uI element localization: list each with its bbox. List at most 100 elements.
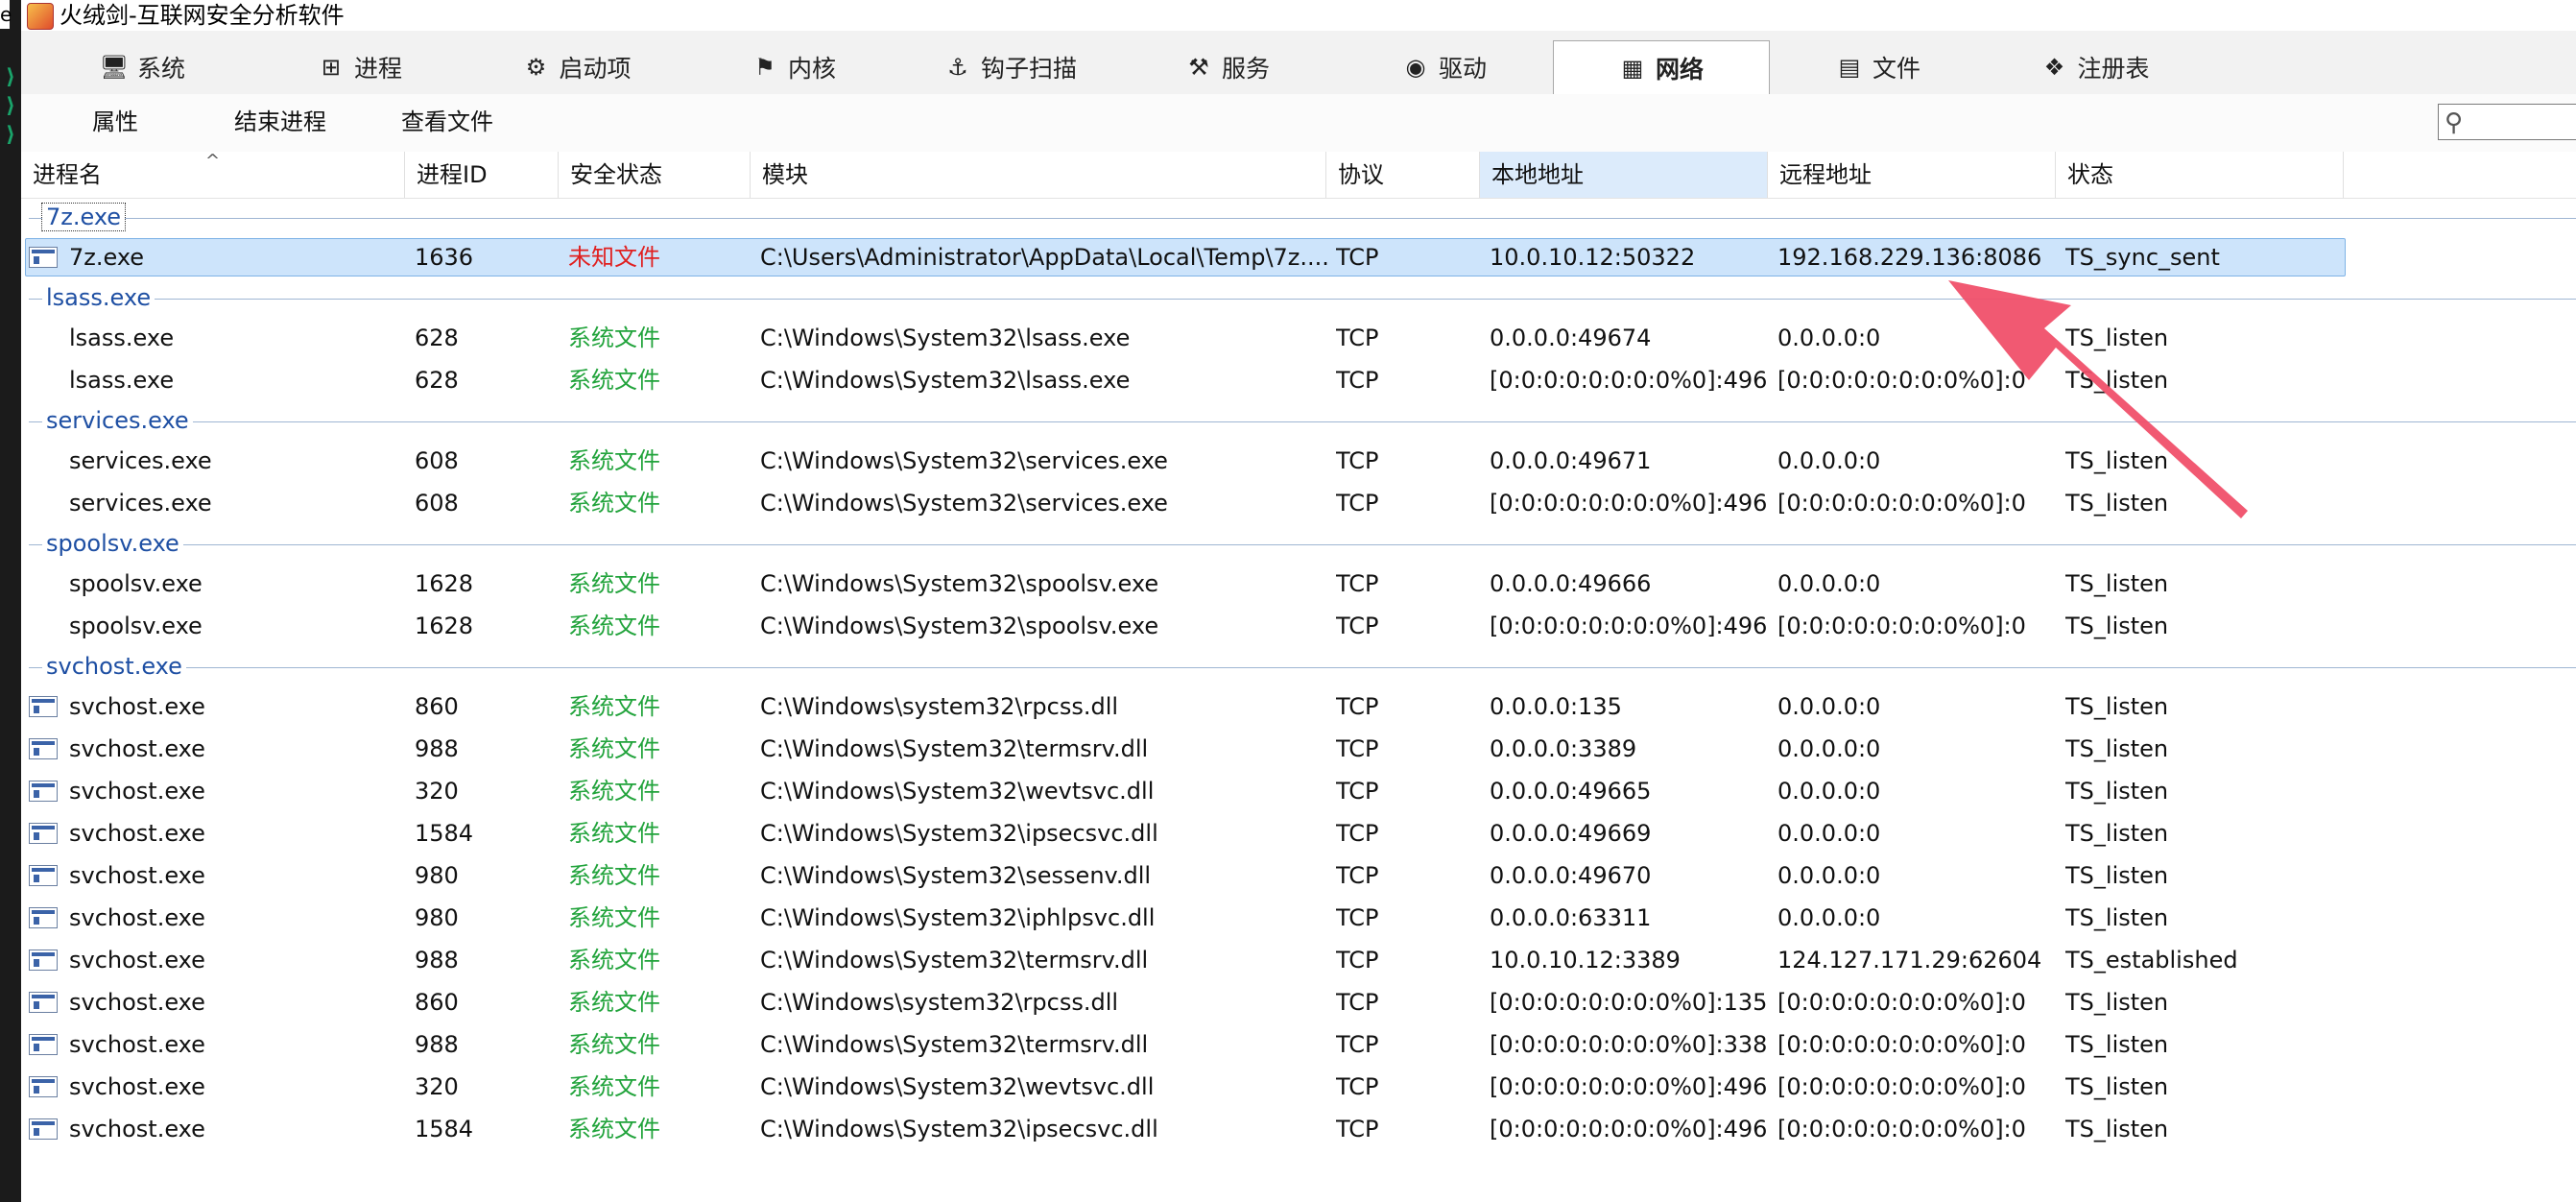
view-file-button[interactable]: 查看文件: [397, 106, 497, 138]
tab-2[interactable]: ⚙ 启动项: [468, 40, 685, 93]
tab-5[interactable]: ⚒ 服务: [1119, 40, 1336, 93]
remote-address-cell: 0.0.0.0:0: [1777, 325, 1881, 351]
table-row[interactable]: svchost.exe 320 系统文件 C:\Windows\System32\we…: [21, 1066, 2576, 1108]
protocol-cell: TCP: [1336, 613, 1379, 639]
table-row[interactable]: svchost.exe 988 系统文件 C:\Windows\System32\te…: [21, 1023, 2576, 1066]
pid-cell: 980: [415, 862, 459, 889]
group-header[interactable]: svchost.exe: [21, 647, 2576, 685]
table-row[interactable]: svchost.exe 320 系统文件 C:\Windows\System32\we…: [21, 770, 2576, 812]
table-header: 进程名 ^ 进程ID 安全状态 模块 协议 本地地址 远程地址 状态: [21, 152, 2576, 199]
table-row[interactable]: spoolsv.exe 1628 系统文件 C:\Windows\System32\s…: [21, 605, 2576, 647]
protocol-cell: TCP: [1336, 862, 1379, 889]
tab-label: 驱动: [1438, 54, 1487, 83]
local-address-cell: [0:0:0:0:0:0:0:0%0]:135: [1490, 989, 1768, 1016]
tab-0[interactable]: 🖥 系统: [35, 40, 251, 93]
security-status-cell: 系统文件: [568, 367, 660, 394]
state-cell: TS_established: [2065, 947, 2238, 974]
group-name: services.exe: [42, 407, 193, 434]
local-address-cell: [0:0:0:0:0:0:0:0%0]:49669: [1490, 1116, 1768, 1142]
background-app-logo-icon: ⟩: [5, 65, 16, 89]
pid-cell: 1628: [415, 613, 474, 639]
process-name-cell: svchost.exe: [69, 820, 205, 847]
column-header-remote-address[interactable]: 远程地址: [1768, 152, 2056, 198]
state-cell: TS_listen: [2065, 693, 2169, 720]
tab-label: 系统: [136, 54, 185, 83]
table-row[interactable]: svchost.exe 1584 系统文件 C:\Windows\System32\i…: [21, 1108, 2576, 1150]
table-row[interactable]: lsass.exe 628 系统文件 C:\Windows\System32\lsas…: [21, 359, 2576, 401]
module-cell: C:\Windows\System32\ipsecsvc.dll: [760, 1116, 1158, 1142]
local-address-cell: 10.0.10.12:50322: [1490, 244, 1696, 271]
remote-address-cell: [0:0:0:0:0:0:0:0%0]:0: [1777, 989, 2026, 1016]
column-header-module[interactable]: 模块: [751, 152, 1326, 198]
process-name-cell: svchost.exe: [69, 778, 205, 805]
protocol-cell: TCP: [1336, 1116, 1379, 1142]
column-header-pid[interactable]: 进程ID: [405, 152, 559, 198]
process-name-cell: spoolsv.exe: [69, 570, 203, 597]
pid-cell: 1636: [415, 244, 474, 271]
tab-label: 注册表: [2077, 54, 2150, 83]
table-row[interactable]: 7z.exe 1636 未知文件 C:\Users\Administrator\App…: [21, 236, 2576, 278]
group-name: lsass.exe: [42, 284, 155, 311]
table-row[interactable]: lsass.exe 628 系统文件 C:\Windows\System32\lsas…: [21, 317, 2576, 359]
tab-label: 进程: [353, 54, 402, 83]
protocol-cell: TCP: [1336, 989, 1379, 1016]
table-row[interactable]: services.exe 608 系统文件 C:\Windows\System32\s…: [21, 440, 2576, 482]
tab-3[interactable]: ⚑ 内核: [685, 40, 902, 93]
properties-button[interactable]: 属性: [88, 106, 142, 138]
module-cell: C:\Windows\System32\termsrv.dll: [760, 1031, 1149, 1058]
protocol-cell: TCP: [1336, 778, 1379, 805]
toolbar: 属性 结束进程 查看文件 ⚲: [21, 94, 2576, 153]
tab-8[interactable]: ▤ 文件: [1770, 40, 1987, 93]
table-row[interactable]: svchost.exe 988 系统文件 C:\Windows\System32\te…: [21, 728, 2576, 770]
table-row[interactable]: svchost.exe 980 系统文件 C:\Windows\System32\se…: [21, 854, 2576, 897]
tab-9[interactable]: ❖ 注册表: [1987, 40, 2204, 93]
table-row[interactable]: svchost.exe 1584 系统文件 C:\Windows\System32\i…: [21, 812, 2576, 854]
monitor-icon: 🖥: [99, 53, 130, 81]
table-row[interactable]: services.exe 608 系统文件 C:\Windows\System32\s…: [21, 482, 2576, 524]
process-name-cell: services.exe: [69, 447, 212, 474]
group-header[interactable]: services.exe: [21, 401, 2576, 440]
background-window-glyph: e: [0, 0, 12, 29]
pid-cell: 988: [415, 1031, 459, 1058]
local-address-cell: 0.0.0.0:49666: [1490, 570, 1652, 597]
tab-1[interactable]: ⊞ 进程: [251, 40, 468, 93]
process-window-icon: [29, 247, 58, 268]
group-name: svchost.exe: [42, 653, 186, 680]
column-header-state[interactable]: 状态: [2056, 152, 2344, 198]
background-window-edge: e ⟩ ⟩ ⟩: [0, 0, 21, 1202]
local-address-cell: 0.0.0.0:49669: [1490, 820, 1652, 847]
process-name-cell: svchost.exe: [69, 1116, 205, 1142]
end-process-button[interactable]: 结束进程: [230, 106, 330, 138]
protocol-cell: TCP: [1336, 490, 1379, 517]
module-cell: C:\Windows\System32\wevtsvc.dll: [760, 1073, 1155, 1100]
process-name-cell: lsass.exe: [69, 367, 175, 394]
pid-cell: 980: [415, 904, 459, 931]
title-bar: 火绒剑-互联网安全分析软件: [21, 0, 2576, 31]
local-address-cell: 0.0.0.0:49670: [1490, 862, 1652, 889]
process-window-icon: [29, 1034, 58, 1055]
remote-address-cell: 0.0.0.0:0: [1777, 862, 1881, 889]
pid-cell: 320: [415, 1073, 459, 1100]
group-header[interactable]: 7z.exe: [21, 198, 2576, 236]
column-header-protocol[interactable]: 协议: [1326, 152, 1480, 198]
table-row[interactable]: svchost.exe 980 系统文件 C:\Windows\System32\ip…: [21, 897, 2576, 939]
state-cell: TS_listen: [2065, 490, 2169, 517]
table-row[interactable]: spoolsv.exe 1628 系统文件 C:\Windows\System32\s…: [21, 563, 2576, 605]
group-divider: [29, 299, 2576, 300]
tab-6[interactable]: ◉ 驱动: [1336, 40, 1553, 93]
group-header[interactable]: lsass.exe: [21, 278, 2576, 317]
security-status-cell: 系统文件: [568, 325, 660, 351]
table-row[interactable]: svchost.exe 988 系统文件 C:\Windows\System32\te…: [21, 939, 2576, 981]
column-header-security-status[interactable]: 安全状态: [559, 152, 751, 198]
table-row[interactable]: svchost.exe 860 系统文件 C:\Windows\system32\rp…: [21, 981, 2576, 1023]
tab-4[interactable]: ⚓ 钩子扫描: [902, 40, 1119, 93]
remote-address-cell: [0:0:0:0:0:0:0:0%0]:0: [1777, 1073, 2026, 1100]
search-input[interactable]: ⚲: [2438, 104, 2576, 140]
security-status-cell: 系统文件: [568, 447, 660, 474]
process-name-cell: svchost.exe: [69, 693, 205, 720]
table-row[interactable]: svchost.exe 860 系统文件 C:\Windows\system32\rp…: [21, 685, 2576, 728]
tab-7[interactable]: ▦ 网络: [1553, 40, 1770, 95]
column-header-local-address[interactable]: 本地地址: [1480, 152, 1768, 198]
process-name-cell: lsass.exe: [69, 325, 175, 351]
group-header[interactable]: spoolsv.exe: [21, 524, 2576, 563]
